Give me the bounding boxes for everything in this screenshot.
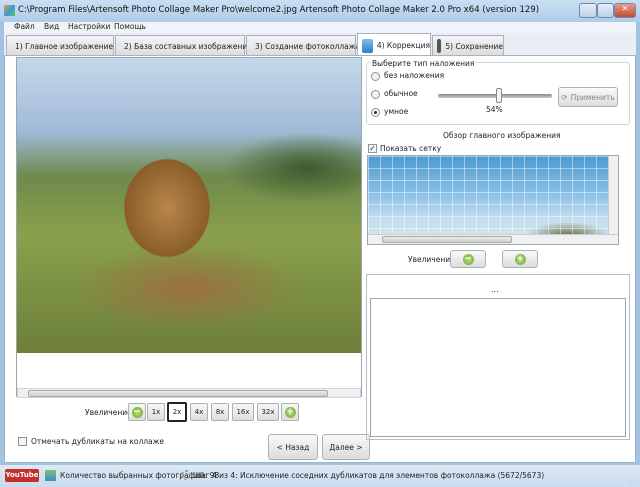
show-grid-label: Показать сетку: [380, 144, 442, 153]
radio-no-overlay-label: без наложения: [384, 71, 445, 80]
mark-duplicates-label: Отмечать дубликаты на коллаже: [31, 437, 165, 446]
tab-bar: 1) Главное изображение 2) База составных…: [4, 33, 636, 57]
tab-correction[interactable]: 4) Коррекция: [357, 33, 431, 57]
mark-duplicates-checkbox[interactable]: [18, 437, 27, 446]
overlay-slider-thumb[interactable]: [496, 88, 502, 103]
preview-zoom-label: Увеличение: [408, 255, 455, 264]
overlay-group-title: Выберите тип наложения: [371, 59, 476, 68]
preview-scroll-thumb[interactable]: [382, 236, 512, 243]
radio-normal-label: обычное: [384, 89, 418, 98]
maximize-button[interactable]: [597, 3, 614, 18]
horizontal-scrollbar[interactable]: [17, 388, 361, 398]
collage-image: [17, 58, 361, 353]
preview-title: Обзор главного изображения: [443, 131, 561, 140]
zoom-16x-button[interactable]: 16x: [232, 403, 254, 421]
preview-zoom-out-button[interactable]: −: [450, 250, 486, 268]
minus-icon: −: [462, 253, 474, 265]
radio-smart-label: умное: [384, 107, 409, 116]
back-button[interactable]: < Назад: [268, 434, 318, 460]
plus-icon: +: [514, 253, 526, 265]
refresh-icon: ⟳: [561, 92, 568, 102]
cube-icon: [362, 38, 373, 53]
scrollbar-thumb[interactable]: [28, 390, 328, 397]
menu-file[interactable]: Файл: [14, 22, 35, 31]
photos-icon: [45, 470, 56, 481]
youtube-button[interactable]: YouTube: [5, 469, 39, 482]
collage-view[interactable]: [16, 57, 362, 397]
radio-normal[interactable]: [371, 90, 380, 99]
tab-image-database[interactable]: 2) База составных изображений: [115, 35, 252, 56]
close-button[interactable]: ✕: [614, 3, 636, 18]
tab-create-collage[interactable]: 3) Создание фотоколлажа: [246, 35, 360, 56]
next-button[interactable]: Далее >: [322, 434, 370, 460]
apply-button[interactable]: ⟳ Применить: [558, 87, 618, 107]
menu-settings[interactable]: Настройки: [68, 22, 110, 31]
resize-grip[interactable]: ⋰: [630, 477, 638, 485]
zoom-2x-button[interactable]: 2x: [167, 402, 187, 422]
preview-grid: [368, 156, 608, 236]
info-panel-box: [370, 298, 626, 437]
menu-help[interactable]: Помощь: [114, 22, 146, 31]
zoom-4x-button[interactable]: 4x: [190, 403, 208, 421]
preview-horizontal-scrollbar[interactable]: [368, 234, 618, 244]
tab-save[interactable]: 5) Сохранение: [432, 35, 504, 56]
menu-view[interactable]: Вид: [44, 22, 59, 31]
slider-value: 54%: [486, 105, 503, 114]
info-panel: ...: [366, 274, 630, 440]
overlay-slider-track[interactable]: [438, 94, 552, 98]
spinner-icon: [181, 470, 191, 480]
info-panel-title: ...: [491, 285, 499, 294]
zoom-8x-button[interactable]: 8x: [211, 403, 229, 421]
radio-no-overlay[interactable]: [371, 72, 380, 81]
app-icon: [4, 5, 15, 16]
status-bar: YouTube Количество выбранных фотографий:…: [0, 465, 640, 487]
radio-smart[interactable]: [371, 108, 380, 117]
title-bar: C:\Program Files\Artensoft Photo Collage…: [0, 0, 640, 22]
zoom-out-button[interactable]: −: [128, 403, 146, 421]
main-image-preview[interactable]: [367, 155, 619, 245]
show-grid-checkbox[interactable]: ✓: [368, 144, 377, 153]
minimize-button[interactable]: [579, 3, 597, 18]
zoom-label: Увеличение:: [85, 408, 135, 417]
preview-zoom-in-button[interactable]: +: [502, 250, 538, 268]
zoom-in-button[interactable]: +: [281, 403, 299, 421]
zoom-32x-button[interactable]: 32x: [257, 403, 279, 421]
window-title: C:\Program Files\Artensoft Photo Collage…: [18, 5, 540, 15]
minus-icon: −: [131, 406, 143, 418]
floppy-disk-icon: [437, 39, 442, 53]
status-step: Шаг 4 из 4: Исключение соседних дубликат…: [193, 471, 545, 480]
zoom-1x-button[interactable]: 1x: [147, 403, 165, 421]
preview-vertical-scrollbar[interactable]: [608, 156, 618, 236]
plus-icon: +: [284, 406, 296, 418]
tab-main-image[interactable]: 1) Главное изображение: [6, 35, 114, 56]
